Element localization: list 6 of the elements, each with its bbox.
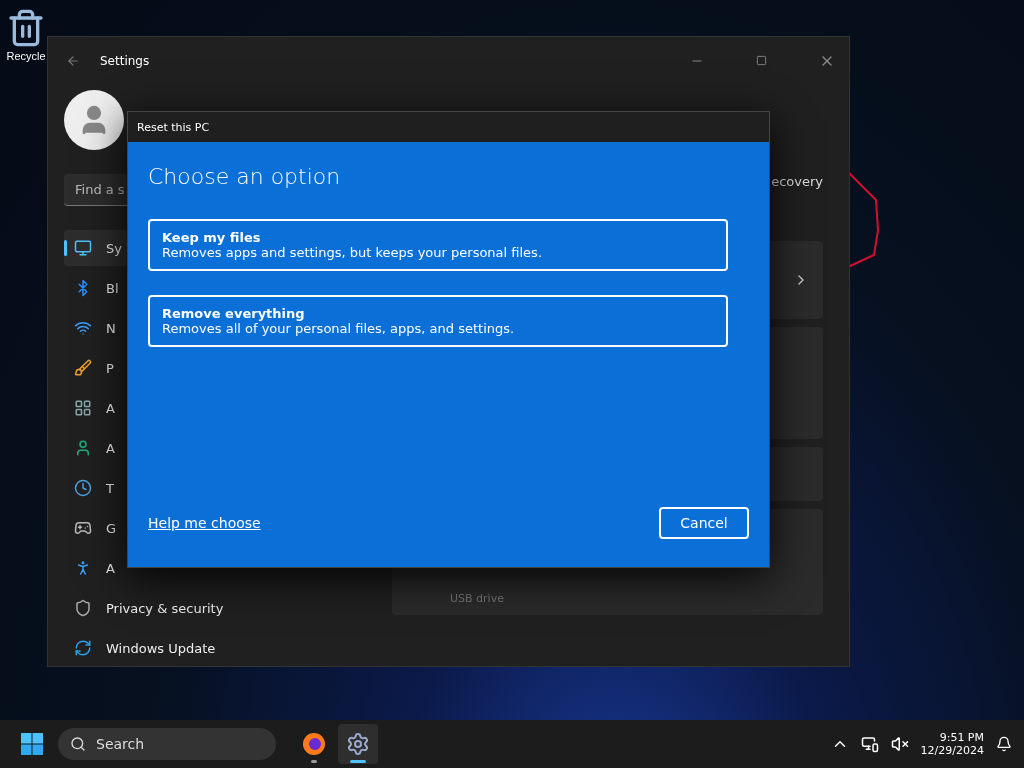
desktop-icon-label: Recycle xyxy=(6,50,46,62)
breadcrumb: ecovery xyxy=(771,174,823,189)
card-text: USB drive xyxy=(450,592,504,605)
dialog-title: Reset this PC xyxy=(137,120,210,134)
window-title: Settings xyxy=(100,53,151,68)
dialog-heading: Choose an option xyxy=(148,164,342,189)
